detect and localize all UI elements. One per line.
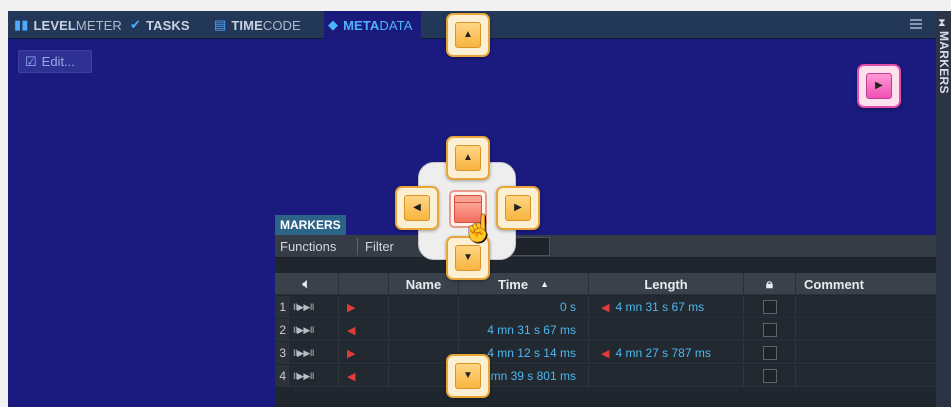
dock-right-edge-button[interactable]: ▶ bbox=[857, 64, 901, 108]
markers-panel-tabrow: MARKERS bbox=[275, 213, 936, 235]
row-transport-controls[interactable]: II▶▶II bbox=[289, 365, 339, 387]
edit-check-icon: ☑ bbox=[25, 53, 37, 69]
tab-levelmeter-bold: LEVEL bbox=[33, 17, 76, 33]
panel-options-icon[interactable] bbox=[910, 19, 922, 29]
metadata-tag-icon: ◆ bbox=[328, 17, 339, 32]
tab-timecode-bold: TIME bbox=[231, 17, 263, 33]
row-comment[interactable] bbox=[796, 296, 936, 318]
marker-end-icon: ◀ bbox=[601, 347, 610, 360]
filter-menu[interactable]: Filter bbox=[360, 235, 399, 258]
marker-end-icon: ◀ bbox=[601, 301, 610, 314]
marker-start-icon[interactable]: ▶ bbox=[339, 296, 389, 318]
header-play[interactable]: 🔈︎ bbox=[275, 273, 339, 295]
row-comment[interactable] bbox=[796, 342, 936, 364]
dock-center-left-button[interactable]: ◀ bbox=[395, 186, 439, 230]
arrow-down-icon: ▼ bbox=[463, 370, 473, 381]
edit-button-label: Edit... bbox=[41, 54, 75, 69]
header-time-label: Time bbox=[497, 276, 529, 292]
tab-timecode-rest: CODE bbox=[262, 17, 301, 33]
table-row[interactable]: 2 II▶▶II ◀ 4 mn 31 s 67 ms bbox=[275, 319, 936, 341]
row-comment[interactable] bbox=[796, 365, 936, 387]
row-lock[interactable] bbox=[744, 342, 796, 364]
table-row[interactable]: 3 II▶▶II ▶ 4 mn 12 s 14 ms ◀ 4 mn 27 s 78… bbox=[275, 342, 936, 364]
sort-ascending-icon: ▲ bbox=[540, 279, 550, 289]
row-transport-controls[interactable]: II▶▶II bbox=[289, 319, 339, 341]
pin-icon: ⧗ bbox=[938, 17, 946, 29]
header-lock[interactable]: 🔒︎ bbox=[744, 273, 796, 295]
table-row[interactable]: 1 II▶▶II ▶ 0 s ◀ 4 mn 31 s 67 ms bbox=[275, 296, 936, 318]
speaker-icon: 🔈︎ bbox=[302, 276, 311, 291]
row-name[interactable] bbox=[389, 319, 459, 341]
tab-metadata[interactable]: ◆ META DATA bbox=[324, 11, 421, 39]
markers-table-header: 🔈︎ Name Time ▲ Length 🔒︎ Comment bbox=[275, 273, 936, 295]
lock-icon: 🔒︎ bbox=[766, 276, 773, 291]
dock-center-up-button[interactable]: ▲ bbox=[446, 136, 490, 180]
row-time[interactable]: 0 s bbox=[459, 296, 589, 318]
markers-menubar: Functions Filter bbox=[275, 235, 936, 258]
row-name[interactable] bbox=[389, 296, 459, 318]
row-number: 4 bbox=[275, 365, 289, 387]
marker-end-icon[interactable]: ◀ bbox=[339, 365, 389, 387]
row-number: 1 bbox=[275, 296, 289, 318]
lock-checkbox[interactable] bbox=[762, 323, 777, 337]
functions-menu[interactable]: Functions bbox=[275, 235, 341, 258]
tab-levelmeter[interactable]: ▮▮ LEVEL METER bbox=[14, 11, 122, 39]
row-number: 2 bbox=[275, 319, 289, 341]
row-length[interactable]: ◀ 4 mn 31 s 67 ms bbox=[589, 296, 744, 318]
side-tab-markers-label: MARKERS bbox=[937, 31, 951, 94]
side-tab-markers[interactable]: ⧗ MARKERS bbox=[936, 11, 951, 407]
row-length[interactable] bbox=[589, 365, 744, 387]
tasks-check-icon: ✔ bbox=[130, 17, 141, 32]
marker-end-icon[interactable]: ◀ bbox=[339, 319, 389, 341]
lock-checkbox[interactable] bbox=[762, 369, 777, 383]
levelmeter-icon: ▮▮ bbox=[14, 17, 29, 32]
arrow-right-icon: ▶ bbox=[514, 202, 522, 213]
arrow-right-icon: ▶ bbox=[875, 80, 883, 91]
marker-start-icon[interactable]: ▶ bbox=[339, 342, 389, 364]
arrow-up-icon: ▲ bbox=[463, 152, 473, 163]
hand-cursor-icon: ☝ bbox=[462, 213, 495, 243]
row-length[interactable]: ◀ 4 mn 27 s 787 ms bbox=[589, 342, 744, 364]
lock-checkbox[interactable] bbox=[762, 346, 777, 360]
dock-center-right-button[interactable]: ▶ bbox=[496, 186, 540, 230]
markers-panel-title[interactable]: MARKERS bbox=[275, 215, 346, 235]
row-number: 3 bbox=[275, 342, 289, 364]
tab-tasks[interactable]: ✔ TASKS bbox=[130, 11, 190, 39]
arrow-left-icon: ◀ bbox=[413, 202, 421, 213]
dock-bottom-button[interactable]: ▼ bbox=[446, 354, 490, 398]
row-length[interactable] bbox=[589, 319, 744, 341]
row-lock[interactable] bbox=[744, 319, 796, 341]
tab-metadata-rest: DATA bbox=[379, 17, 413, 33]
markers-panel: MARKERS Functions Filter 🔈︎ Name Time ▲ L… bbox=[275, 213, 936, 407]
row-comment[interactable] bbox=[796, 319, 936, 341]
arrow-up-icon: ▲ bbox=[463, 29, 473, 40]
header-length[interactable]: Length bbox=[589, 273, 744, 295]
dock-top-button[interactable]: ▲ bbox=[446, 13, 490, 57]
tab-levelmeter-rest: METER bbox=[75, 17, 122, 33]
row-lock[interactable] bbox=[744, 296, 796, 318]
tab-tasks-bold: TASKS bbox=[146, 17, 190, 33]
row-time[interactable]: 4 mn 31 s 67 ms bbox=[459, 319, 589, 341]
timecode-icon: ▤ bbox=[214, 17, 227, 32]
table-row[interactable]: 4 II▶▶II ◀ 8 mn 39 s 801 ms bbox=[275, 365, 936, 387]
arrow-down-icon: ▼ bbox=[463, 252, 473, 263]
header-flag[interactable] bbox=[339, 273, 389, 295]
row-length-value: 4 mn 27 s 787 ms bbox=[615, 346, 711, 360]
tab-metadata-bold: META bbox=[343, 17, 380, 33]
row-lock[interactable] bbox=[744, 365, 796, 387]
lock-checkbox[interactable] bbox=[762, 300, 777, 314]
header-comment[interactable]: Comment bbox=[796, 273, 936, 295]
edit-button[interactable]: ☑ Edit... bbox=[18, 50, 92, 73]
menu-separator bbox=[357, 238, 358, 255]
row-transport-controls[interactable]: II▶▶II bbox=[289, 296, 339, 318]
row-length-value: 4 mn 31 s 67 ms bbox=[615, 300, 705, 314]
row-transport-controls[interactable]: II▶▶II bbox=[289, 342, 339, 364]
tab-timecode[interactable]: ▤ TIME CODE bbox=[214, 11, 301, 39]
